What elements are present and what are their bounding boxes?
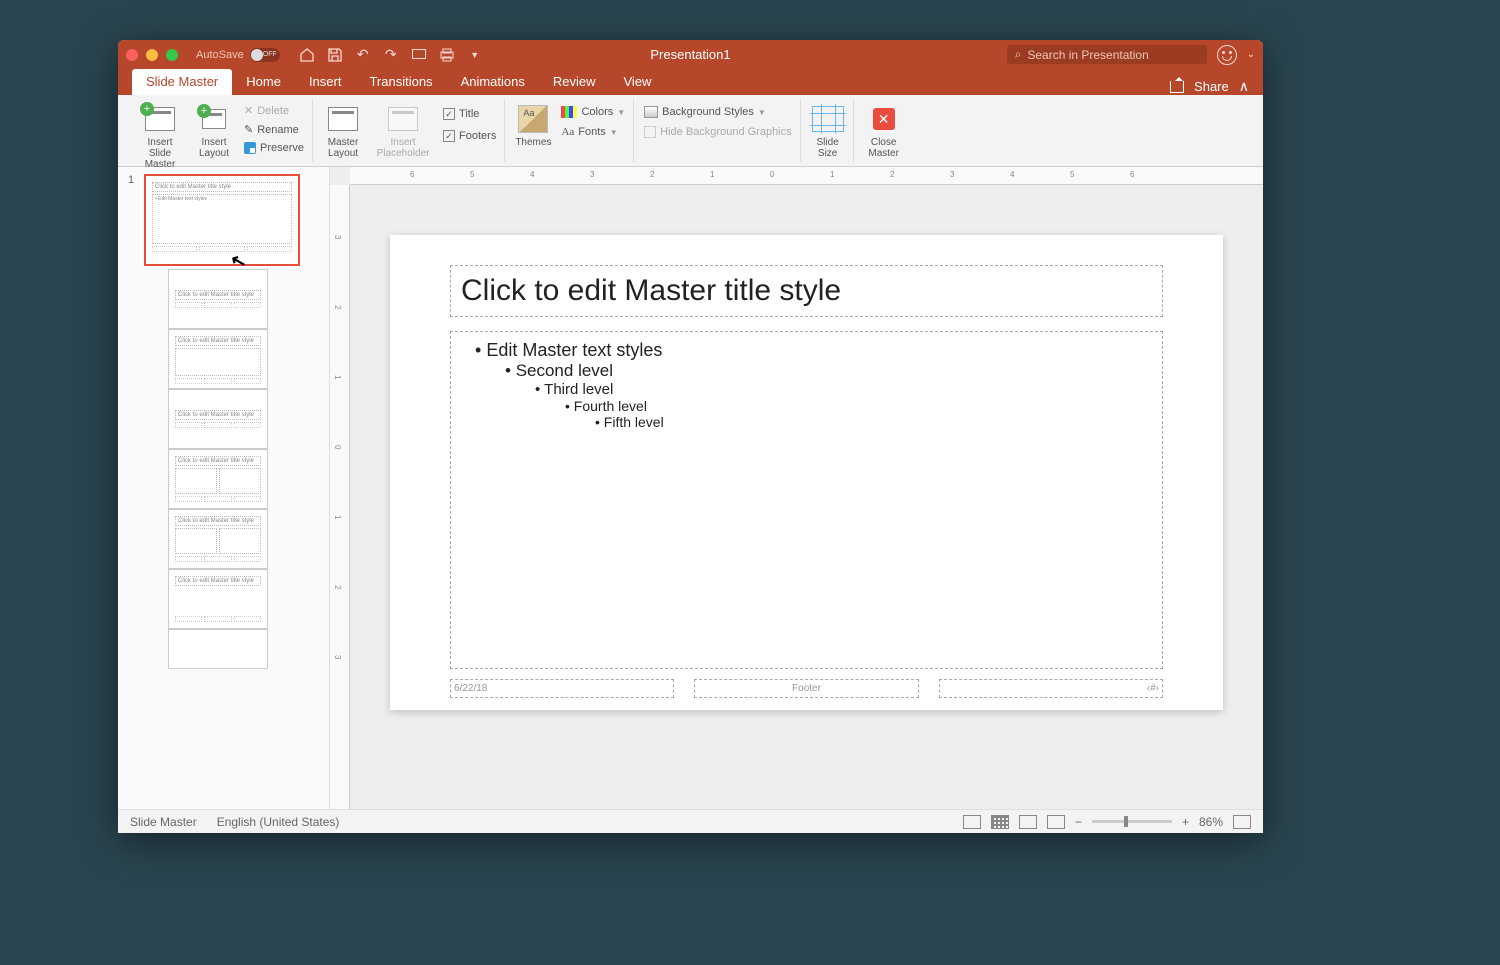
tab-view[interactable]: View: [610, 69, 666, 95]
preserve-icon: [244, 142, 256, 154]
horizontal-ruler: 6543210123456: [350, 167, 1263, 185]
background-styles-icon: [644, 106, 658, 118]
colors-icon: [561, 106, 577, 118]
fit-to-window-button[interactable]: [1233, 815, 1251, 829]
ribbon-tabs: Slide Master Home Insert Transitions Ani…: [118, 69, 1263, 95]
zoom-out-button[interactable]: −: [1075, 815, 1082, 829]
reading-view-button[interactable]: [1019, 815, 1037, 829]
zoom-level[interactable]: 86%: [1199, 815, 1223, 829]
account-dropdown-icon[interactable]: ⌄: [1247, 49, 1255, 60]
account-icon[interactable]: [1217, 45, 1237, 65]
print-icon[interactable]: [438, 46, 456, 64]
search-box[interactable]: ⌕: [1007, 45, 1207, 64]
app-window: AutoSave OFF ↶ ↷ ▼ Presentation1 ⌕ ⌄ Sli…: [118, 40, 1263, 833]
window-maximize-button[interactable]: [166, 49, 178, 61]
slideshow-button[interactable]: [1047, 815, 1065, 829]
slide-canvas[interactable]: Click to edit Master title style Edit Ma…: [350, 185, 1263, 809]
pagenum-placeholder[interactable]: ‹#›: [939, 679, 1163, 698]
fonts-icon: Aa: [561, 126, 574, 138]
insert-slide-master-button[interactable]: + Insert Slide Master: [134, 101, 186, 172]
tab-transitions[interactable]: Transitions: [355, 69, 446, 95]
redo-icon[interactable]: ↷: [382, 46, 400, 64]
tab-insert[interactable]: Insert: [295, 69, 356, 95]
home-icon[interactable]: [298, 46, 316, 64]
layout-thumbnail-1[interactable]: Click to edit Master title style: [168, 269, 268, 329]
layout-thumbnail-5[interactable]: Click to edit Master title style: [168, 509, 268, 569]
background-styles-button[interactable]: Background Styles▼: [642, 105, 793, 119]
themes-button[interactable]: Themes: [513, 101, 553, 150]
insert-placeholder-button: Insert Placeholder: [371, 101, 435, 161]
collapse-ribbon-icon[interactable]: ∧: [1239, 78, 1249, 95]
layout-thumbnail-2[interactable]: Click to edit Master title style: [168, 329, 268, 389]
status-view: Slide Master: [130, 815, 197, 829]
date-placeholder[interactable]: 6/22/18: [450, 679, 674, 698]
zoom-slider[interactable]: [1092, 820, 1172, 823]
window-close-button[interactable]: [126, 49, 138, 61]
share-button[interactable]: Share: [1194, 79, 1229, 94]
undo-icon[interactable]: ↶: [354, 46, 372, 64]
delete-icon: ✕: [244, 104, 253, 117]
rename-button[interactable]: ✎Rename: [242, 122, 306, 137]
rename-icon: ✎: [244, 123, 253, 136]
layout-thumbnail-3[interactable]: Click to edit Master title style: [168, 389, 268, 449]
title-checkbox[interactable]: ✓Title: [441, 107, 498, 121]
master-number: 1: [128, 174, 138, 266]
ribbon: + Insert Slide Master + Insert Layout ✕D…: [118, 95, 1263, 167]
window-minimize-button[interactable]: [146, 49, 158, 61]
tab-review[interactable]: Review: [539, 69, 610, 95]
autosave-toggle[interactable]: AutoSave OFF: [196, 48, 280, 62]
sorter-view-button[interactable]: [991, 815, 1009, 829]
body-placeholder[interactable]: Edit Master text styles Second level Thi…: [450, 331, 1163, 669]
titlebar: AutoSave OFF ↶ ↷ ▼ Presentation1 ⌕ ⌄: [118, 40, 1263, 69]
zoom-in-button[interactable]: +: [1182, 815, 1189, 829]
colors-button[interactable]: Colors▼: [559, 105, 627, 119]
autosave-label: AutoSave: [196, 49, 244, 61]
tab-slide-master[interactable]: Slide Master: [132, 69, 232, 95]
vertical-ruler: 3210123: [330, 185, 350, 809]
quick-access-toolbar: ↶ ↷ ▼: [298, 46, 484, 64]
preserve-button[interactable]: Preserve: [242, 141, 306, 155]
delete-button: ✕Delete: [242, 103, 306, 118]
search-icon: ⌕: [1015, 47, 1022, 62]
insert-layout-button[interactable]: + Insert Layout: [192, 101, 236, 161]
share-icon: [1170, 81, 1184, 93]
save-icon[interactable]: [326, 46, 344, 64]
master-slide: Click to edit Master title style Edit Ma…: [390, 235, 1223, 710]
layout-thumbnail-7[interactable]: [168, 629, 268, 669]
footer-placeholder[interactable]: Footer: [694, 679, 918, 698]
fonts-button[interactable]: AaFonts▼: [559, 125, 627, 139]
master-thumbnail[interactable]: Click to edit Master title style • Edit …: [144, 174, 300, 266]
layout-thumbnail-4[interactable]: Click to edit Master title style: [168, 449, 268, 509]
footers-checkbox[interactable]: ✓Footers: [441, 129, 498, 143]
close-master-button[interactable]: ✕ Close Master: [862, 101, 906, 161]
title-placeholder[interactable]: Click to edit Master title style: [450, 265, 1163, 317]
slide-panel[interactable]: 1 Click to edit Master title style • Edi…: [118, 167, 330, 809]
document-title: Presentation1: [650, 47, 730, 62]
hide-background-checkbox: Hide Background Graphics: [642, 125, 793, 139]
status-language[interactable]: English (United States): [217, 815, 340, 829]
slide-size-button[interactable]: Slide Size: [809, 101, 847, 161]
master-layout-button[interactable]: Master Layout: [321, 101, 365, 161]
search-input[interactable]: [1027, 48, 1198, 62]
canvas-area: 6543210123456 3210123 Click to edit Mast…: [330, 167, 1263, 809]
qat-dropdown-icon[interactable]: ▼: [466, 46, 484, 64]
new-slide-icon[interactable]: [410, 46, 428, 64]
normal-view-button[interactable]: [963, 815, 981, 829]
layout-thumbnail-6[interactable]: Click to edit Master title style: [168, 569, 268, 629]
status-bar: Slide Master English (United States) − +…: [118, 809, 1263, 833]
workarea: 1 Click to edit Master title style • Edi…: [118, 167, 1263, 809]
tab-home[interactable]: Home: [232, 69, 295, 95]
tab-animations[interactable]: Animations: [447, 69, 539, 95]
